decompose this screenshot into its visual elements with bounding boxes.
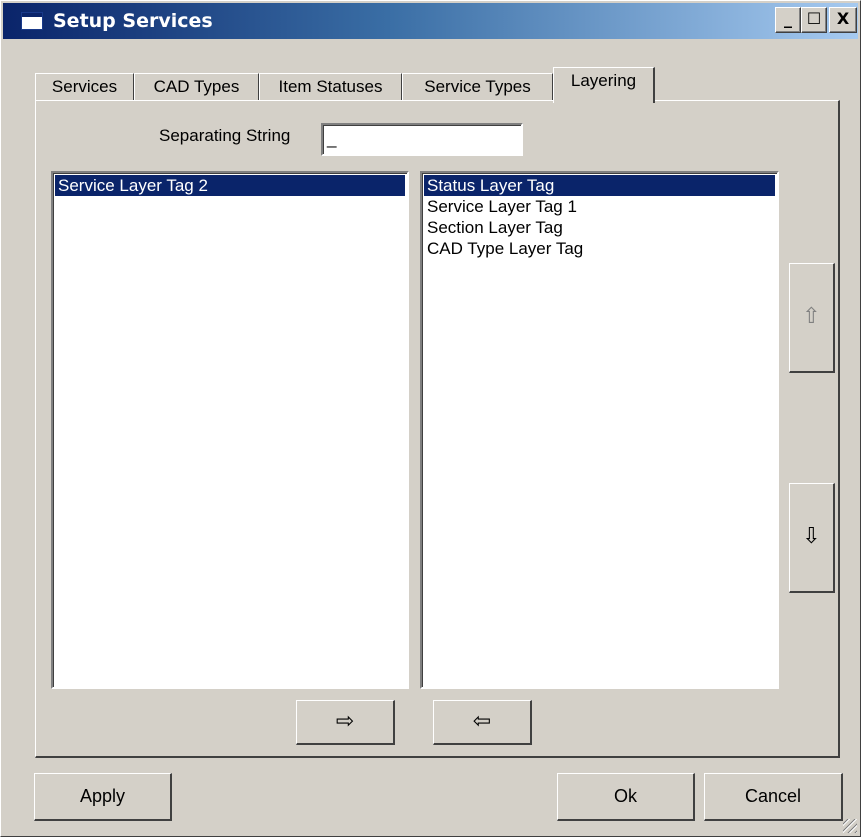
apply-button[interactable]: Apply (34, 773, 172, 821)
left-arrow-icon: ⇦ (472, 709, 492, 734)
down-arrow-icon: ⇩ (802, 524, 821, 549)
list-item[interactable]: Service Layer Tag 1 (424, 196, 775, 217)
remove-tag-button[interactable]: ⇦ (433, 700, 532, 745)
list-item[interactable]: Section Layer Tag (424, 217, 775, 238)
close-icon: X (836, 9, 850, 28)
list-item[interactable]: Service Layer Tag 2 (55, 175, 405, 196)
tab-item-statuses[interactable]: Item Statuses (259, 73, 402, 101)
tab-cad-types[interactable]: CAD Types (134, 73, 259, 101)
minimize-icon: _ (784, 9, 792, 28)
resize-grip[interactable] (843, 819, 857, 833)
tab-service-types[interactable]: Service Types (402, 73, 553, 101)
maximize-button[interactable]: ☐ (801, 7, 827, 33)
tab-services[interactable]: Services (35, 73, 134, 101)
close-button[interactable]: X (829, 7, 857, 33)
list-item[interactable]: Status Layer Tag (424, 175, 775, 196)
move-up-button[interactable]: ⇧ (789, 263, 835, 373)
used-tags-list[interactable]: Status Layer Tag Service Layer Tag 1 Sec… (420, 171, 779, 689)
move-down-button[interactable]: ⇩ (789, 483, 835, 593)
up-arrow-icon: ⇧ (802, 304, 821, 329)
right-arrow-icon: ⇨ (335, 709, 355, 734)
minimize-button[interactable]: _ (775, 7, 801, 33)
ok-button[interactable]: Ok (557, 773, 695, 821)
cancel-button[interactable]: Cancel (704, 773, 843, 821)
tab-layering[interactable]: Layering (553, 67, 655, 103)
separating-string-input[interactable]: _ (321, 123, 523, 156)
maximize-icon: ☐ (806, 9, 822, 28)
window-title: Setup Services (53, 10, 213, 32)
title-bar[interactable]: Setup Services _ ☐ X (3, 3, 858, 39)
window-icon (21, 12, 43, 30)
separating-string-label: Separating String (159, 126, 291, 145)
add-tag-button[interactable]: ⇨ (296, 700, 395, 745)
available-tags-list[interactable]: Service Layer Tag 2 (51, 171, 409, 689)
setup-services-window: Setup Services _ ☐ X Services CAD Types … (0, 0, 861, 837)
list-item[interactable]: CAD Type Layer Tag (424, 238, 775, 259)
